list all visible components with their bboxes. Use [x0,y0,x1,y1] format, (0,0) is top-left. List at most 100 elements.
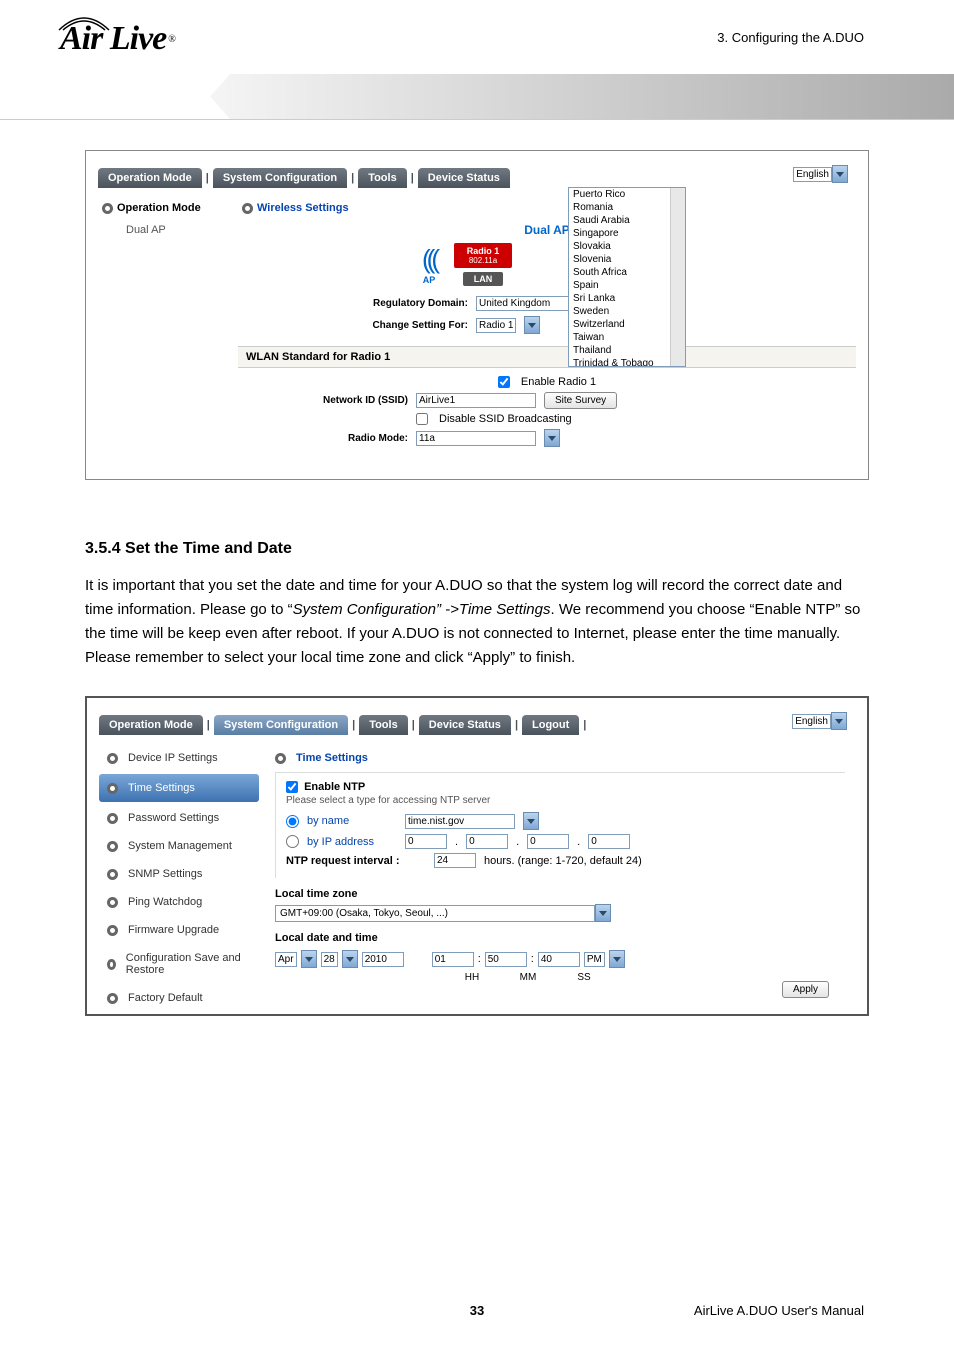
change-setting-label: Change Setting For: [238,320,468,331]
ip-octet-2[interactable] [466,834,508,849]
panel-title-wireless: Wireless Settings [238,197,856,219]
list-item[interactable]: Thailand [569,344,685,357]
list-item[interactable]: Puerto Rico [569,188,685,201]
sidebar-item-password[interactable]: Password Settings [99,804,259,832]
logo-arc-icon [57,12,111,32]
enable-radio1-checkbox[interactable] [498,376,510,388]
timezone-label: Local time zone [275,888,845,900]
gear-icon [275,753,286,764]
language-select[interactable]: English [793,167,832,182]
by-ip-radio[interactable] [286,835,299,848]
gear-icon [107,925,118,936]
list-item[interactable]: Spain [569,279,685,292]
page-header: Air Live ® 3. Configuring the A.DUO [0,0,954,120]
tab-operation-mode[interactable]: Operation Mode [98,168,202,188]
sidebar-item-config-save[interactable]: Configuration Save and Restore [99,944,259,984]
sidebar-item-device-ip[interactable]: Device IP Settings [99,744,259,772]
ampm-select[interactable]: PM [584,952,605,967]
tab-tools[interactable]: Tools [358,168,407,188]
airlive-logo: Air Live ® [60,20,176,58]
lan-box: LAN [463,272,503,286]
disable-ssid-checkbox[interactable] [416,413,428,425]
tab-operation-mode[interactable]: Operation Mode [99,715,203,735]
disable-ssid-label: Disable SSID Broadcasting [439,413,572,425]
chevron-down-icon[interactable] [609,950,625,968]
registered-icon: ® [168,34,176,45]
ssid-input[interactable] [416,393,536,408]
list-item[interactable]: Slovakia [569,240,685,253]
sidebar-item-dual-ap[interactable]: Dual AP [98,219,238,241]
radio1-box: Radio 1802.11a [454,243,512,268]
chevron-down-icon[interactable] [544,429,560,447]
list-item[interactable]: South Africa [569,266,685,279]
chevron-down-icon[interactable] [301,950,317,968]
sidebar-item-firmware[interactable]: Firmware Upgrade [99,916,259,944]
tab-tools[interactable]: Tools [359,715,408,735]
hour-input[interactable] [432,952,474,967]
ntp-interval-input[interactable] [434,853,476,868]
by-ip-label: by IP address [307,836,397,848]
chevron-down-icon[interactable] [524,316,540,334]
language-select[interactable]: English [792,714,831,729]
month-select[interactable]: Apr [275,952,297,967]
tab-device-status[interactable]: Device Status [419,715,511,735]
sidebar-item-system-mgmt[interactable]: System Management [99,832,259,860]
gear-icon [107,897,118,908]
gear-icon [107,993,118,1004]
sidebar-item-snmp[interactable]: SNMP Settings [99,860,259,888]
second-input[interactable] [538,952,580,967]
gear-icon [102,203,113,214]
chevron-down-icon[interactable] [342,950,358,968]
sidebar-item-time-settings[interactable]: Time Settings [99,774,259,802]
list-item[interactable]: Saudi Arabia [569,214,685,227]
by-name-label: by name [307,815,397,827]
list-item[interactable]: Slovenia [569,253,685,266]
wlan-standard-header: WLAN Standard for Radio 1 [238,346,856,368]
gear-icon [107,959,116,970]
sidebar-item-factory-default[interactable]: Factory Default [99,984,259,1012]
ip-octet-3[interactable] [527,834,569,849]
ntp-interval-label: NTP request interval : [286,855,426,867]
ip-octet-1[interactable] [405,834,447,849]
site-survey-button[interactable]: Site Survey [544,392,617,409]
tab-device-status[interactable]: Device Status [418,168,510,188]
list-item[interactable]: Trinidad & Tobago [569,357,685,367]
sidebar-item-ping-watchdog[interactable]: Ping Watchdog [99,888,259,916]
gear-icon [107,869,118,880]
chevron-down-icon[interactable] [523,812,539,830]
tab-system-config[interactable]: System Configuration [213,168,347,188]
sidebar-item-operation-mode[interactable]: Operation Mode [98,197,238,219]
language-value: English [796,169,829,180]
list-item[interactable]: Romania [569,201,685,214]
tab-system-config[interactable]: System Configuration [214,715,348,735]
regulatory-domain-listbox[interactable]: Puerto Rico Romania Saudi Arabia Singapo… [568,187,686,367]
ntp-server-select[interactable]: time.nist.gov [405,814,515,829]
change-setting-select[interactable]: Radio 1 [476,318,516,333]
enable-ntp-checkbox[interactable] [286,781,298,793]
list-item[interactable]: Sweden [569,305,685,318]
chevron-down-icon[interactable] [595,904,611,922]
by-name-radio[interactable] [286,815,299,828]
section-heading: 3.5.4 Set the Time and Date [85,540,869,558]
tab-logout[interactable]: Logout [522,715,579,735]
mm-sublabel: MM [507,972,549,983]
screenshot-time-settings: Operation Mode| System Configuration| To… [85,696,869,1016]
ss-sublabel: SS [563,972,605,983]
timezone-select[interactable]: GMT+09:00 (Osaka, Tokyo, Seoul, ...) [275,905,595,922]
scrollbar[interactable] [670,188,685,366]
ip-octet-4[interactable] [588,834,630,849]
minute-input[interactable] [485,952,527,967]
list-item[interactable]: Singapore [569,227,685,240]
list-item[interactable]: Switzerland [569,318,685,331]
list-item[interactable]: Sri Lanka [569,292,685,305]
list-item[interactable]: Taiwan [569,331,685,344]
day-select[interactable]: 28 [321,952,338,967]
screenshot-wireless-settings: Operation Mode| System Configuration| To… [85,150,869,480]
chevron-down-icon[interactable] [832,165,848,183]
apply-button[interactable]: Apply [782,981,829,998]
chevron-down-icon[interactable] [831,712,847,730]
radio-mode-select[interactable]: 11a [416,431,536,446]
chapter-title: 3. Configuring the A.DUO [717,30,864,45]
ntp-hint: Please select a type for accessing NTP s… [286,795,835,806]
year-input[interactable] [362,952,404,967]
